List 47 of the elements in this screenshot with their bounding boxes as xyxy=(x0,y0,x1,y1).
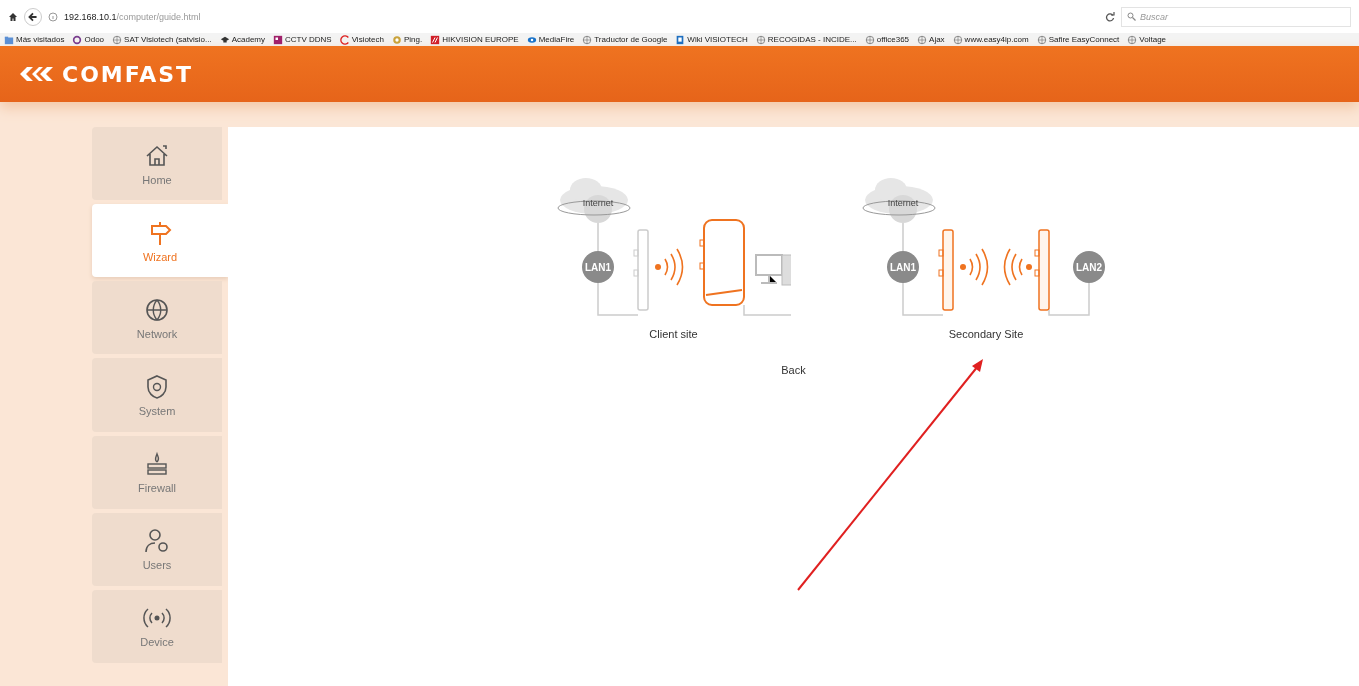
bookmark-link[interactable]: MediaFire xyxy=(526,34,575,45)
globe-icon xyxy=(917,34,928,45)
search-icon xyxy=(1127,12,1136,21)
bookmark-link[interactable]: Más visitados xyxy=(4,34,65,45)
globe-icon xyxy=(864,34,875,45)
bookmark-link[interactable]: HIKVISION EUROPE xyxy=(430,34,519,45)
home-icon[interactable] xyxy=(8,11,18,22)
ring-icon xyxy=(72,34,83,45)
bookmark-link[interactable]: SAT Visiotech (satvisio... xyxy=(112,34,212,45)
globe-icon xyxy=(755,34,766,45)
address-bar[interactable]: 192.168.10.1/computer/guide.html xyxy=(64,6,1099,27)
back-link[interactable]: Back xyxy=(777,362,810,378)
bookmark-link[interactable]: Academy xyxy=(219,34,265,45)
logo-icon xyxy=(18,65,56,83)
graduation-cap-icon xyxy=(219,34,230,45)
bookmark-link[interactable]: Ajax xyxy=(917,34,945,45)
globe-icon xyxy=(582,34,593,45)
info-icon[interactable] xyxy=(48,11,58,22)
globe-icon xyxy=(1127,34,1138,45)
sidebar-item[interactable]: Home xyxy=(92,127,222,201)
mode-option[interactable]: Internet LAN1 Client site xyxy=(556,175,791,340)
brand-name: COMFAST xyxy=(62,61,194,87)
bookmark-link[interactable]: Wiki VISIOTECH xyxy=(675,34,748,45)
globe-icon xyxy=(112,34,123,45)
bookmark-link[interactable]: Voltage xyxy=(1127,34,1167,45)
sidebar-item[interactable]: System xyxy=(92,358,222,432)
bookmark-link[interactable]: Safire EasyConnect xyxy=(1036,34,1120,45)
client-diagram-drawing: Internet LAN1 xyxy=(556,175,791,320)
bookmark-link[interactable]: CCTV DDNS xyxy=(273,34,332,45)
bookmark-link[interactable]: office365 xyxy=(864,34,910,45)
reload-icon[interactable] xyxy=(1105,11,1115,22)
bookmark-link[interactable]: RECOGIDAS - INCIDE... xyxy=(755,34,857,45)
folder-icon xyxy=(4,34,14,45)
bookmark-link[interactable]: Odoo xyxy=(72,34,105,45)
globe-icon xyxy=(952,34,963,45)
sidebar-item[interactable]: Firewall xyxy=(92,435,222,509)
arc-icon xyxy=(339,34,350,45)
mode-option[interactable]: Internet LAN1 LAN2 Secondary Site xyxy=(861,175,1111,340)
bookmark-link[interactable]: Visiotech xyxy=(339,34,384,45)
sidebar-item[interactable]: Network xyxy=(92,281,222,355)
bookmark-link[interactable]: Ping. xyxy=(392,34,423,45)
globe-icon xyxy=(1036,34,1047,45)
bridge-diagram-drawing: Internet LAN1 LAN2 xyxy=(861,175,1111,320)
bookmark-link[interactable]: Traductor de Google xyxy=(582,34,668,45)
sidebar-item[interactable]: Device xyxy=(92,589,222,663)
sidebar-item[interactable]: Users xyxy=(92,512,222,586)
bookmark-link[interactable]: www.easy4ip.com xyxy=(952,34,1029,45)
